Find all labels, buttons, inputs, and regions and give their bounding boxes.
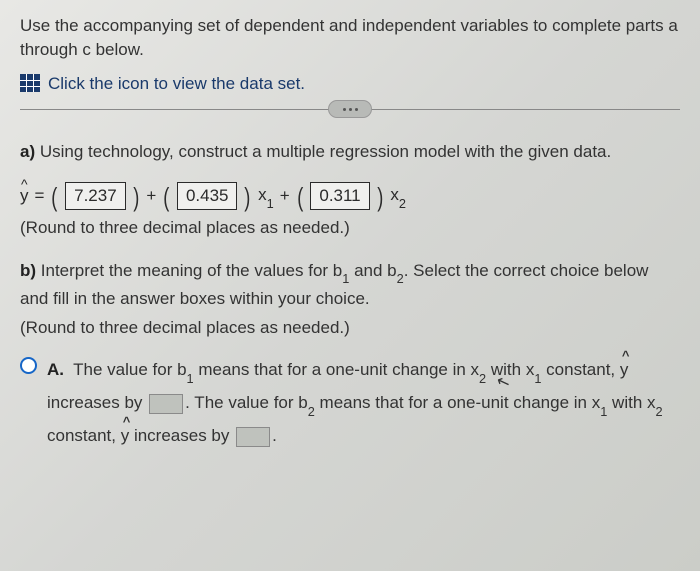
part-b-prompt: b) Interpret the meaning of the values f… xyxy=(20,258,680,312)
part-a-label: a) xyxy=(20,142,35,161)
part-a-prompt: a) Using technology, construct a multipl… xyxy=(20,140,680,164)
data-table-icon[interactable] xyxy=(20,74,40,92)
coef-b1-input[interactable]: 0.435 xyxy=(177,182,238,210)
y-hat-symbol: ^y xyxy=(20,184,29,208)
dataset-link-row: Click the icon to view the data set. xyxy=(20,72,680,96)
view-dataset-link[interactable]: Click the icon to view the data set. xyxy=(48,72,305,96)
choice-a-letter: A. xyxy=(47,360,64,379)
choice-a-row: A. The value for b1 means that for a one… xyxy=(20,354,680,451)
regression-equation: ^y = ( 7.237 ) + ( 0.435 ) x1 + ( 0.311 … xyxy=(20,182,680,210)
instructions-text: Use the accompanying set of dependent an… xyxy=(20,14,680,62)
intercept-input[interactable]: 7.237 xyxy=(65,182,126,210)
open-paren-2: ( xyxy=(164,190,170,206)
open-paren-3: ( xyxy=(297,190,303,206)
x2-var: x2 xyxy=(390,183,406,209)
choice-a-text: A. The value for b1 means that for a one… xyxy=(47,354,680,451)
close-paren-2: ) xyxy=(245,190,251,206)
open-paren-1: ( xyxy=(52,190,58,206)
plus-sign-1: + xyxy=(146,184,156,208)
blank-input-1[interactable] xyxy=(149,394,183,414)
plus-sign-2: + xyxy=(280,184,290,208)
blank-input-2[interactable] xyxy=(236,427,270,447)
x1-var: x1 xyxy=(258,183,274,209)
round-note-a: (Round to three decimal places as needed… xyxy=(20,216,680,240)
round-note-b: (Round to three decimal places as needed… xyxy=(20,316,680,340)
choice-a-radio[interactable] xyxy=(20,357,37,374)
close-paren-3: ) xyxy=(377,190,383,206)
expand-dots-button[interactable] xyxy=(328,100,372,118)
close-paren-1: ) xyxy=(133,190,139,206)
part-b-label: b) xyxy=(20,261,36,280)
coef-b2-input[interactable]: 0.311 xyxy=(310,182,369,210)
equals-sign: = xyxy=(35,184,45,208)
part-a-text: Using technology, construct a multiple r… xyxy=(40,142,611,161)
